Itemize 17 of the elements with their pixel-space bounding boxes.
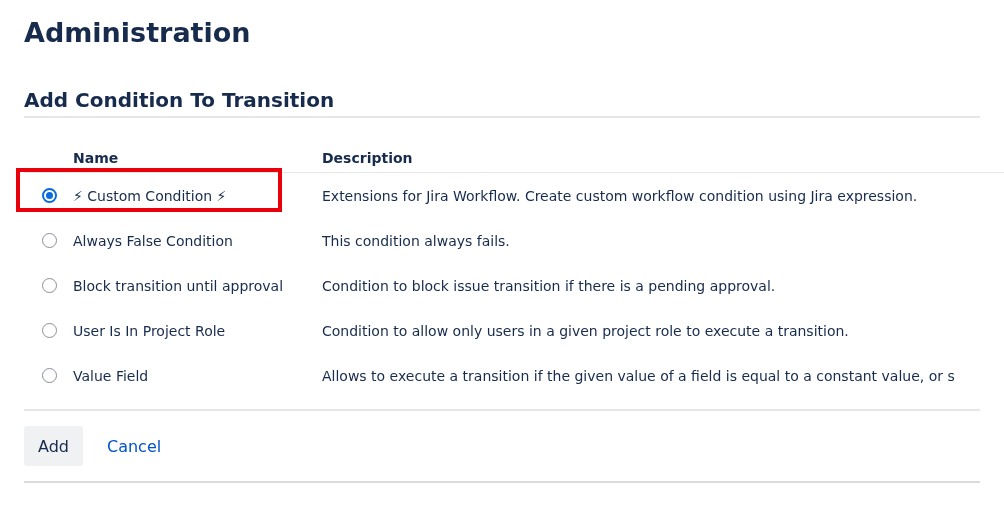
condition-name: Always False Condition [73, 232, 234, 249]
condition-name: Value Field [73, 367, 150, 384]
cancel-link[interactable]: Cancel [97, 436, 172, 456]
condition-name: Block transition until approval [73, 277, 285, 294]
radio-button[interactable] [42, 188, 57, 203]
column-header: Name [73, 150, 120, 166]
condition-description: This condition always fails. [322, 232, 511, 249]
condition-description: Allows to execute a transition if the given value of a field is equal to a constant value, or s [322, 367, 956, 384]
condition-description: Extensions for Jira Workflow. Create custom workflow condition using Jira expression. [322, 187, 919, 204]
column-header: Description [322, 150, 414, 166]
condition-name: ⚡ Custom Condition ⚡ [73, 187, 322, 204]
condition-name: User Is In Project Role [73, 322, 227, 339]
page-title: Administration [24, 16, 251, 50]
condition-description: Condition to allow only users in a given project role to execute a transition. [322, 322, 850, 339]
add-button[interactable]: Add [24, 426, 83, 466]
section-title: Add Condition To Transition [24, 87, 335, 114]
condition-description: Condition to block issue transition if there is a pending approval. [322, 277, 777, 294]
